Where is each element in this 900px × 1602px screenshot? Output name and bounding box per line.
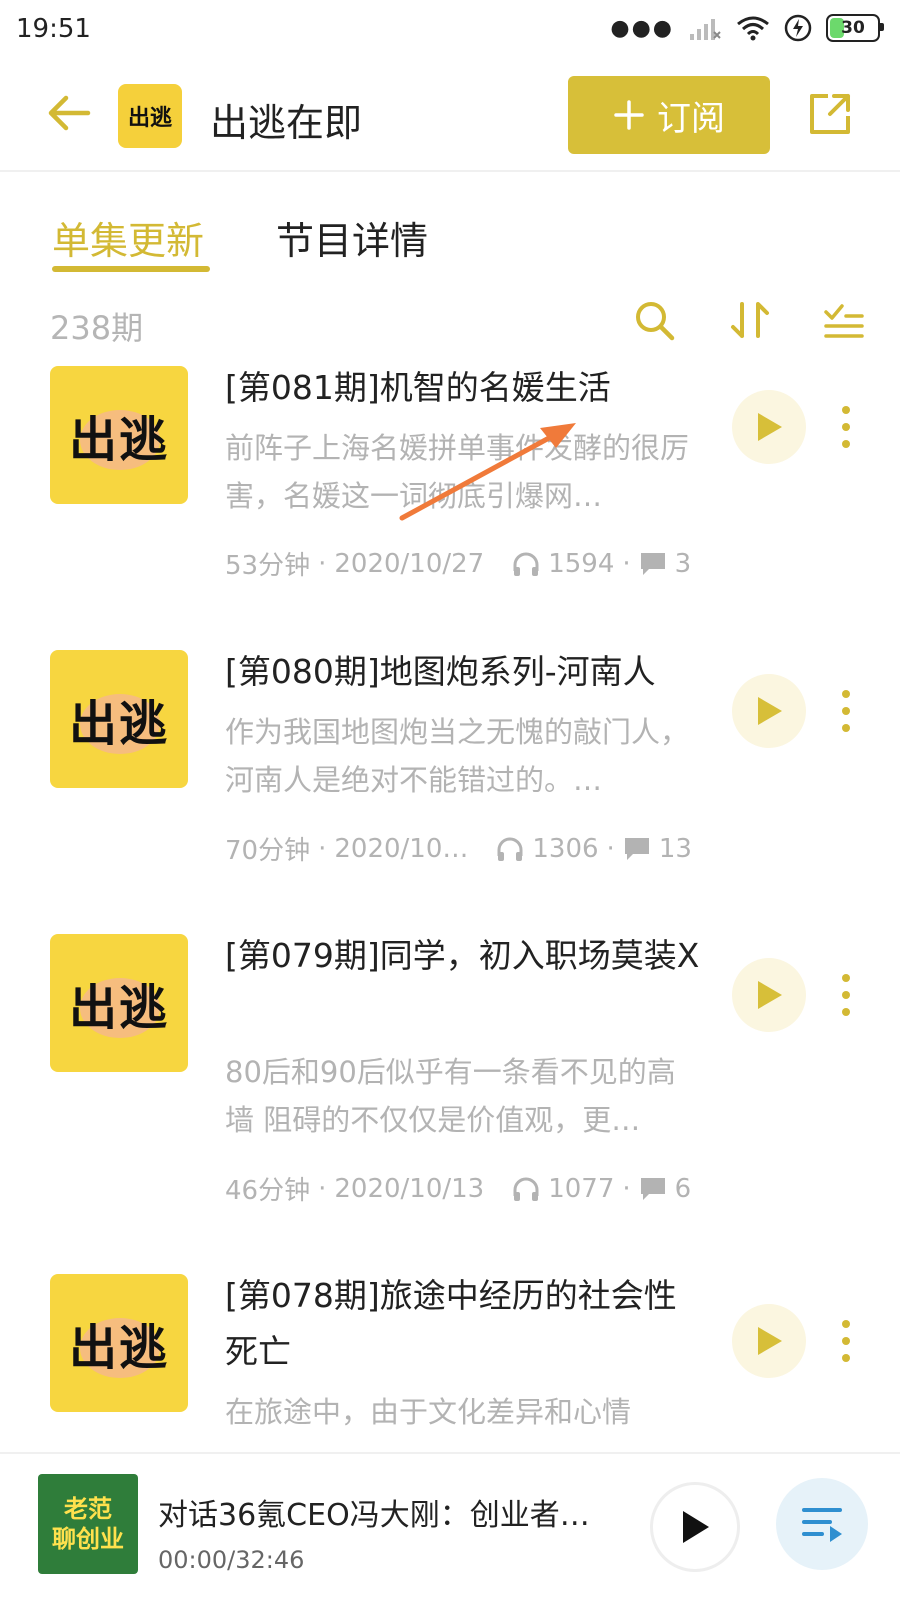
player-time: 00:00/32:46: [158, 1546, 305, 1574]
comment-icon: [640, 552, 665, 575]
tab-indicator: [52, 266, 210, 272]
battery-indicator: 30: [826, 14, 884, 42]
podcast-logo: 出逃: [118, 84, 182, 148]
playlist-icon: [802, 1508, 842, 1542]
cover-line-2: 聊创业: [52, 1525, 124, 1553]
plus-icon: [614, 100, 644, 130]
episode-title[interactable]: [第078期]旅途中经历的社会性死亡: [225, 1268, 705, 1380]
episode-description: 前阵子上海名媛拼单事件发酵的很厉害，名媛这一词彻底引爆网…: [225, 431, 690, 513]
play-button[interactable]: [732, 1304, 806, 1378]
episode-thumbnail[interactable]: 出逃: [50, 934, 188, 1072]
episode-thumbnail[interactable]: 出逃: [50, 650, 188, 788]
play-icon: [758, 413, 782, 441]
back-arrow-icon[interactable]: [46, 90, 92, 136]
share-icon[interactable]: [806, 90, 854, 138]
cover-line-1: 老范: [64, 1495, 112, 1523]
more-vert-icon[interactable]: [840, 686, 852, 736]
play-button[interactable]: [732, 674, 806, 748]
episode-description: 作为我国地图炮当之无愧的敲门人，河南人是绝对不能错过的。…: [225, 715, 690, 797]
charging-icon: [784, 14, 812, 42]
player-cover[interactable]: 老范 聊创业: [38, 1474, 138, 1574]
page-title: 出逃在即: [210, 101, 363, 145]
episode-description: 在旅途中，由于文化差异和心情: [225, 1395, 632, 1429]
play-button[interactable]: [732, 958, 806, 1032]
play-icon: [758, 1327, 782, 1355]
more-dots-icon: ●●●: [610, 15, 674, 41]
more-vert-icon[interactable]: [840, 1316, 852, 1366]
episode-meta: 46分钟 · 2020/10/13 1077 · 6: [225, 1173, 692, 1207]
headphones-icon: [497, 837, 523, 861]
episode-title[interactable]: [第081期]机智的名媛生活: [225, 360, 705, 416]
status-time: 19:51: [16, 14, 91, 44]
episode-meta: 53分钟 · 2020/10/27 1594 · 3: [225, 548, 692, 582]
episode-meta: 70分钟 · 2020/10… 1306 · 13: [225, 833, 692, 867]
sort-icon[interactable]: [728, 298, 772, 342]
play-icon: [758, 697, 782, 725]
filter-list-icon[interactable]: [822, 298, 866, 342]
tab-details[interactable]: 节目详情: [276, 210, 428, 265]
more-vert-icon[interactable]: [840, 970, 852, 1020]
episode-thumbnail[interactable]: 出逃: [50, 1274, 188, 1412]
episode-title[interactable]: [第079期]同学，初入职场莫装X: [225, 928, 705, 984]
headphones-icon: [513, 552, 539, 576]
play-icon: [683, 1511, 709, 1543]
playlist-button[interactable]: [776, 1478, 868, 1570]
episode-count: 238期: [50, 309, 144, 347]
player-play-button[interactable]: [650, 1482, 740, 1572]
search-icon[interactable]: [632, 298, 676, 342]
play-icon: [758, 981, 782, 1009]
subscribe-label: 订阅: [657, 98, 725, 139]
headphones-icon: [513, 1177, 539, 1201]
header-divider: [0, 170, 900, 172]
more-vert-icon[interactable]: [840, 402, 852, 452]
wifi-icon: [737, 16, 769, 41]
play-button[interactable]: [732, 390, 806, 464]
episode-title[interactable]: [第080期]地图炮系列-河南人: [225, 644, 705, 700]
status-icons: ●●● 30: [610, 14, 884, 42]
subscribe-button[interactable]: 订阅: [568, 76, 770, 154]
player-title[interactable]: 对话36氪CEO冯大刚：创业者…: [158, 1490, 590, 1534]
comment-icon: [624, 837, 649, 860]
signal-icon: [690, 19, 721, 40]
tab-episodes[interactable]: 单集更新: [52, 210, 204, 265]
episode-thumbnail[interactable]: 出逃: [50, 366, 188, 504]
episode-description: 80后和90后似乎有一条看不见的高墙 阻碍的不仅仅是价值观，更…: [225, 1055, 676, 1137]
comment-icon: [640, 1177, 665, 1200]
